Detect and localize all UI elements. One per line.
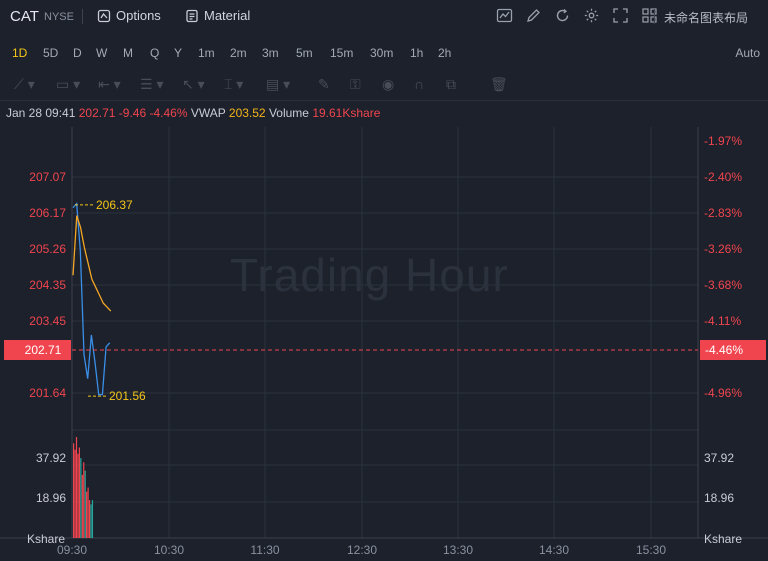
- volume-axis-label-right: 37.92: [704, 451, 734, 465]
- price-axis-label: 207.07: [29, 170, 66, 184]
- volume-axis-label: 37.92: [36, 451, 66, 465]
- volume-bar: [86, 491, 88, 538]
- percent-axis-label: -3.68%: [704, 278, 742, 292]
- volume-axis-label: 18.96: [36, 491, 66, 505]
- volume-bar: [78, 447, 80, 538]
- price-chart[interactable]: 207.07 206.17 205.26 204.35 203.45 201.64 -1.9…: [0, 0, 768, 561]
- volume-bar: [74, 449, 76, 538]
- time-axis-label: 11:30: [250, 543, 279, 557]
- volume-axis-label-right: 18.96: [704, 491, 734, 505]
- percent-axis-label: -4.11%: [704, 314, 741, 328]
- volume-bar: [91, 500, 94, 538]
- volume-bar: [87, 487, 89, 538]
- volume-bar: [75, 437, 78, 538]
- price-axis-label: 204.35: [29, 278, 66, 292]
- price-line: [72, 202, 111, 396]
- volume-unit-label-right: Kshare: [704, 532, 742, 546]
- percent-axis-label: -2.83%: [704, 206, 742, 220]
- volume-bar: [81, 474, 83, 538]
- percent-axis-label: -4.96%: [704, 386, 742, 400]
- price-axis-label: 201.64: [29, 386, 66, 400]
- price-axis-label: 205.26: [29, 242, 66, 256]
- time-axis-label: 10:30: [154, 543, 184, 557]
- current-pct-value: -4.46%: [705, 343, 743, 357]
- volume-bar: [77, 453, 79, 538]
- percent-axis-label: -1.97%: [704, 134, 742, 148]
- volume-bar: [88, 500, 91, 538]
- percent-axis-label: -2.40%: [704, 170, 742, 184]
- volume-bar: [80, 458, 82, 538]
- time-axis-label: 12:30: [347, 543, 377, 557]
- high-marker-label: 206.37: [96, 198, 133, 212]
- time-axis-label: 15:30: [636, 543, 666, 557]
- current-price-value: 202.71: [25, 343, 62, 357]
- time-axis-label: 09:30: [57, 543, 87, 557]
- volume-bar: [90, 504, 92, 538]
- low-marker-label: 201.56: [109, 389, 146, 403]
- volume-bar: [73, 443, 75, 538]
- time-axis-label: 14:30: [539, 543, 569, 557]
- price-axis-label: 206.17: [29, 206, 66, 220]
- price-axis-label: 203.45: [29, 314, 66, 328]
- percent-axis-label: -3.26%: [704, 242, 742, 256]
- chart-window: CAT NYSE Options Material 未命名图表布局 Auto 1…: [0, 0, 768, 561]
- volume-bar: [84, 470, 86, 538]
- time-axis-label: 13:30: [443, 543, 473, 557]
- volume-bar: [83, 462, 85, 538]
